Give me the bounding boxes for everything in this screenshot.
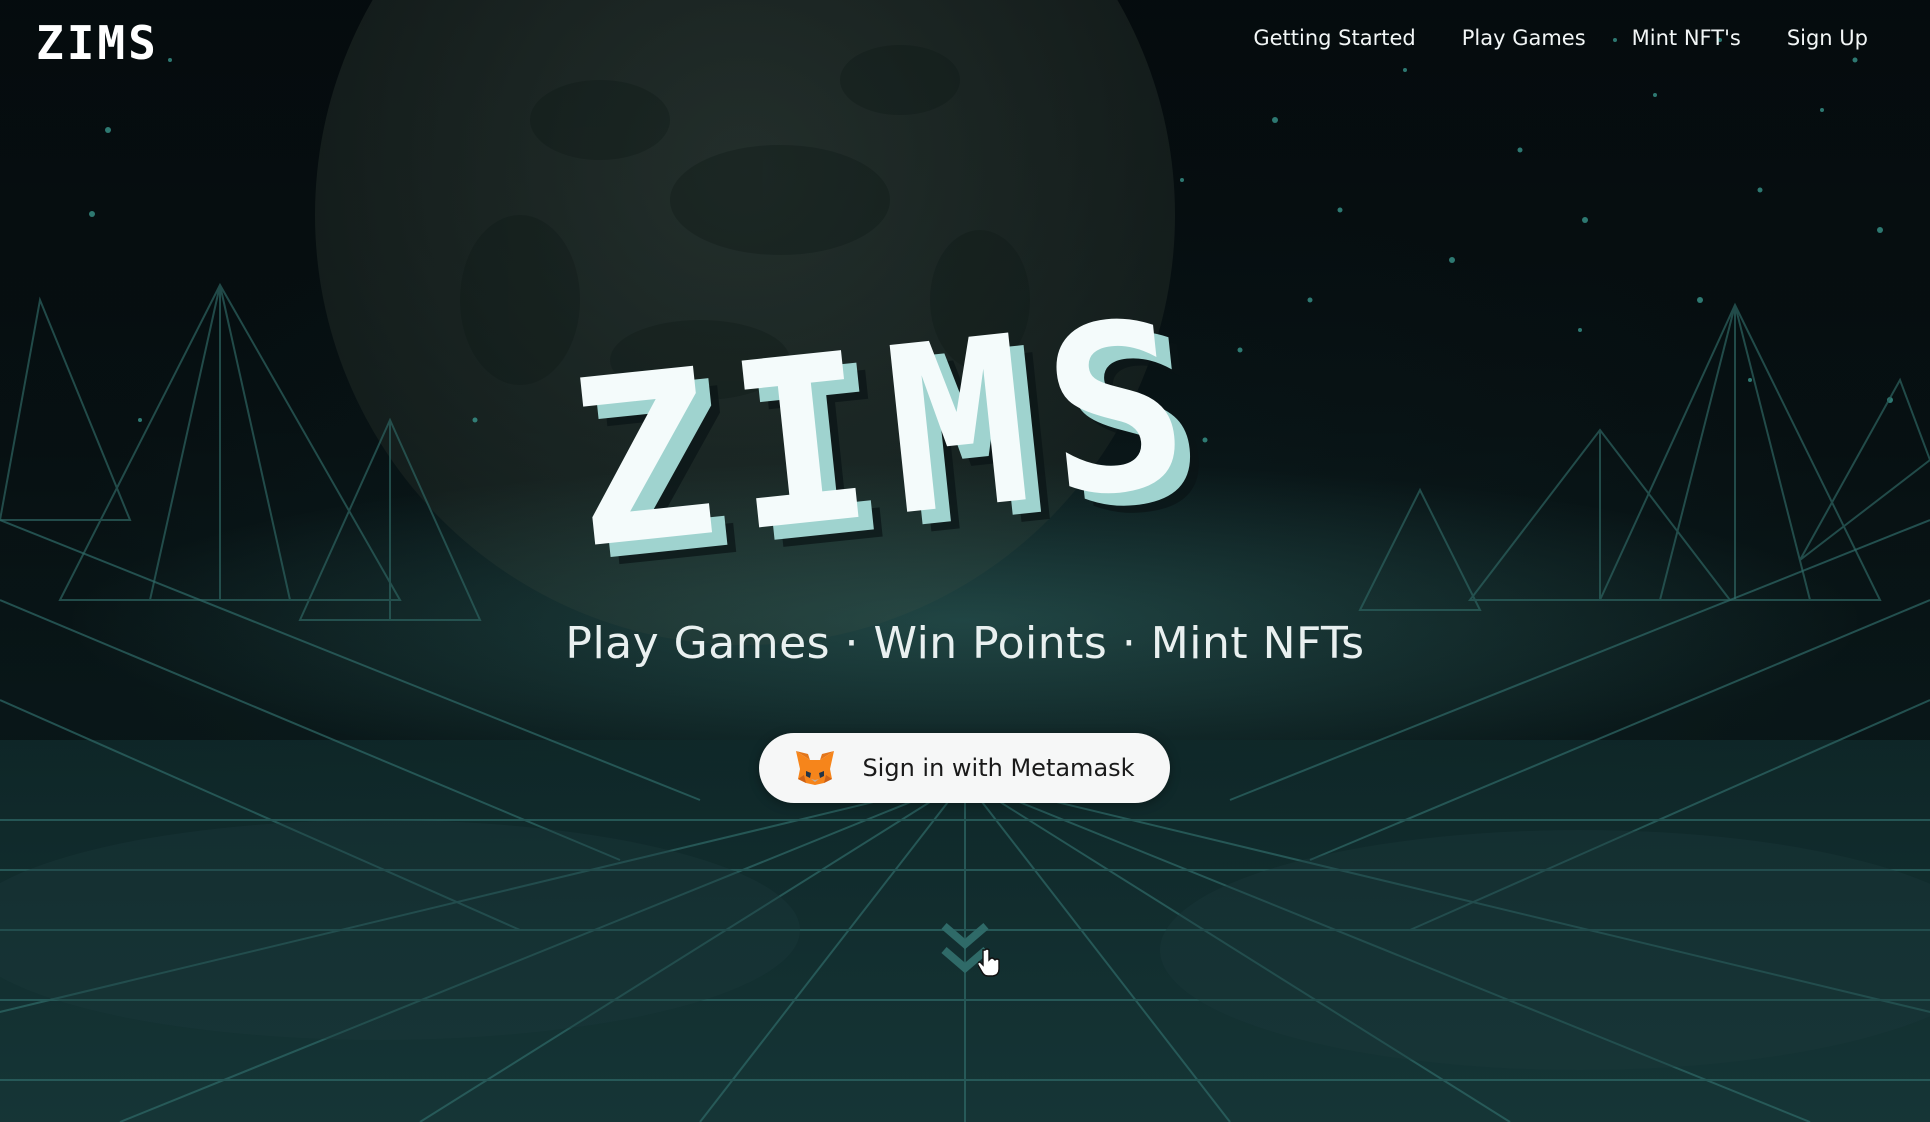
hand-cursor-icon [978,948,1000,977]
top-nav: Getting Started Play Games Mint NFT's Si… [1253,26,1868,50]
nav-play-games[interactable]: Play Games [1462,26,1586,50]
metamask-fox-icon [796,751,835,785]
nav-mint-nfts[interactable]: Mint NFT's [1632,26,1741,50]
nav-getting-started[interactable]: Getting Started [1253,26,1415,50]
hero-title: ZIMS ZIMS ZIMS [572,276,1243,576]
landing-page: ZIMS Getting Started Play Games Mint NFT… [0,0,1930,1122]
nav-sign-up[interactable]: Sign Up [1787,26,1868,50]
brand-logo[interactable]: ZIMS [36,16,159,70]
hero-title-face: ZIMS [572,276,1219,576]
hero-tagline: Play Games · Win Points · Mint NFTs [565,618,1365,669]
sign-in-metamask-button[interactable]: Sign in with Metamask [759,733,1170,803]
sign-in-metamask-label: Sign in with Metamask [862,754,1135,782]
